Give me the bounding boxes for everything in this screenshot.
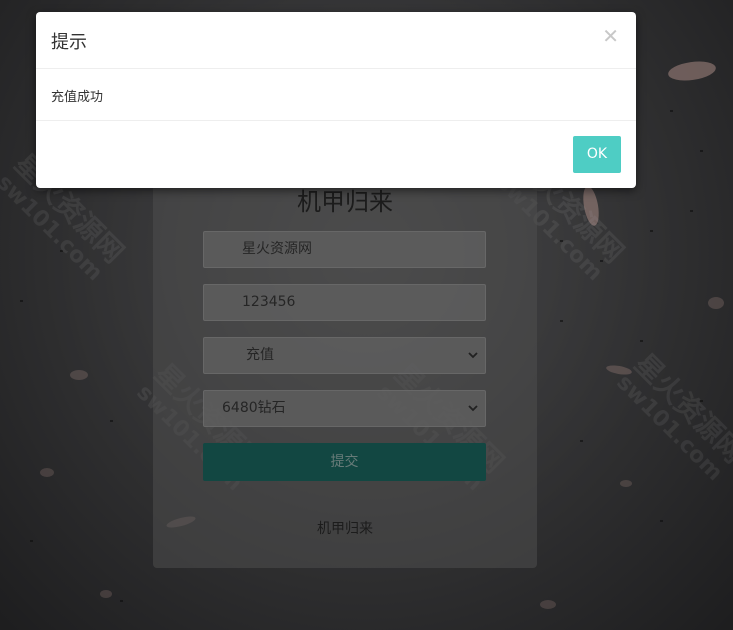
dialog-divider [36,120,636,121]
close-icon[interactable]: ✕ [602,24,619,48]
dialog-message: 充值成功 [51,90,104,105]
dialog-header: 提示 ✕ [36,12,636,69]
dialog-title: 提示 [51,32,87,53]
alert-dialog: 提示 ✕ 充值成功 OK [36,12,636,188]
ok-button[interactable]: OK [573,136,621,173]
